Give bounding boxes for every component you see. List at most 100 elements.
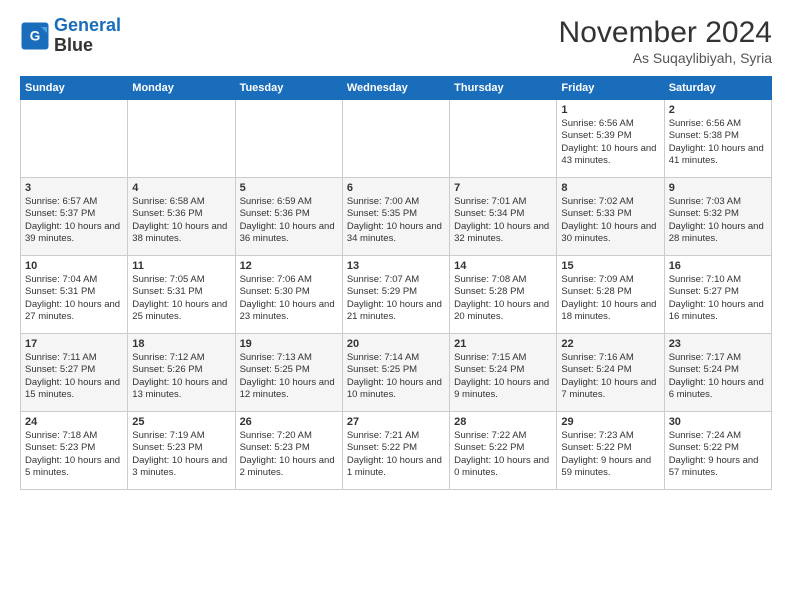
day-info-line: Sunset: 5:24 PM: [669, 364, 767, 376]
day-info-line: Sunrise: 7:17 AM: [669, 352, 767, 364]
day-info-line: Sunrise: 7:04 AM: [25, 274, 123, 286]
day-info-line: Sunset: 5:22 PM: [561, 442, 659, 454]
day-info-line: Sunset: 5:28 PM: [561, 286, 659, 298]
day-cell: 14 Sunrise: 7:08 AMSunset: 5:28 PMDayligh…: [450, 256, 557, 334]
day-number: 6: [347, 182, 445, 194]
calendar-header: SundayMondayTuesdayWednesdayThursdayFrid…: [21, 77, 772, 100]
day-info-line: Sunrise: 6:58 AM: [132, 196, 230, 208]
day-cell: 3Sunrise: 6:57 AMSunset: 5:37 PMDaylight…: [21, 178, 128, 256]
day-info-line: Daylight: 9 hours and 57 minutes.: [669, 455, 767, 480]
title-section: November 2024 As Suqaylibiyah, Syria: [559, 16, 772, 66]
day-cell: [450, 100, 557, 178]
day-number: 13: [347, 260, 445, 272]
day-number: 15: [561, 260, 659, 272]
day-info-line: Sunset: 5:23 PM: [132, 442, 230, 454]
week-row-1: 1Sunrise: 6:56 AMSunset: 5:39 PMDaylight…: [21, 100, 772, 178]
day-info-line: Daylight: 10 hours and 28 minutes.: [669, 221, 767, 246]
day-number: 25: [132, 416, 230, 428]
day-info-line: Daylight: 10 hours and 12 minutes.: [240, 377, 338, 402]
day-info-line: Daylight: 10 hours and 15 minutes.: [25, 377, 123, 402]
day-info-line: Sunset: 5:26 PM: [132, 364, 230, 376]
day-info-line: Sunset: 5:36 PM: [240, 208, 338, 220]
day-info-line: Sunrise: 7:08 AM: [454, 274, 552, 286]
header-cell-friday: Friday: [557, 77, 664, 100]
day-info-line: Sunrise: 7:21 AM: [347, 430, 445, 442]
day-number: 17: [25, 338, 123, 350]
day-info-line: Sunrise: 7:13 AM: [240, 352, 338, 364]
day-info-line: Sunset: 5:35 PM: [347, 208, 445, 220]
day-cell: 11Sunrise: 7:05 AMSunset: 5:31 PMDayligh…: [128, 256, 235, 334]
day-cell: 16Sunrise: 7:10 AMSunset: 5:27 PMDayligh…: [664, 256, 771, 334]
day-number: 16: [669, 260, 767, 272]
day-info-line: Sunrise: 6:59 AM: [240, 196, 338, 208]
day-info-line: Sunset: 5:25 PM: [240, 364, 338, 376]
day-cell: 7Sunrise: 7:01 AMSunset: 5:34 PMDaylight…: [450, 178, 557, 256]
day-number: 11: [132, 260, 230, 272]
day-info-line: Sunset: 5:39 PM: [561, 130, 659, 142]
day-info-line: Sunset: 5:31 PM: [132, 286, 230, 298]
day-info-line: Sunrise: 7:07 AM: [347, 274, 445, 286]
day-info-line: Sunrise: 7:18 AM: [25, 430, 123, 442]
day-info-line: Sunset: 5:29 PM: [347, 286, 445, 298]
day-info-line: Sunrise: 7:14 AM: [347, 352, 445, 364]
day-info-line: Daylight: 10 hours and 25 minutes.: [132, 299, 230, 324]
day-cell: 12Sunrise: 7:06 AMSunset: 5:30 PMDayligh…: [235, 256, 342, 334]
day-info-line: Sunrise: 6:57 AM: [25, 196, 123, 208]
day-cell: 6Sunrise: 7:00 AMSunset: 5:35 PMDaylight…: [342, 178, 449, 256]
week-row-4: 17Sunrise: 7:11 AMSunset: 5:27 PMDayligh…: [21, 334, 772, 412]
day-info-line: Sunset: 5:34 PM: [454, 208, 552, 220]
day-number: 30: [669, 416, 767, 428]
day-info-line: Sunrise: 7:22 AM: [454, 430, 552, 442]
day-info-line: Sunset: 5:31 PM: [25, 286, 123, 298]
month-title: November 2024: [559, 16, 772, 50]
day-info-line: Daylight: 9 hours and 59 minutes.: [561, 455, 659, 480]
header: G General Blue November 2024 As Suqaylib…: [20, 16, 772, 66]
location: As Suqaylibiyah, Syria: [559, 50, 772, 66]
day-info-line: Daylight: 10 hours and 27 minutes.: [25, 299, 123, 324]
day-info-line: Daylight: 10 hours and 6 minutes.: [669, 377, 767, 402]
day-number: 8: [561, 182, 659, 194]
day-cell: [128, 100, 235, 178]
day-info-line: Daylight: 10 hours and 21 minutes.: [347, 299, 445, 324]
day-cell: 21Sunrise: 7:15 AMSunset: 5:24 PMDayligh…: [450, 334, 557, 412]
week-row-2: 3Sunrise: 6:57 AMSunset: 5:37 PMDaylight…: [21, 178, 772, 256]
day-cell: 8Sunrise: 7:02 AMSunset: 5:33 PMDaylight…: [557, 178, 664, 256]
day-info-line: Sunset: 5:28 PM: [454, 286, 552, 298]
day-cell: 19Sunrise: 7:13 AMSunset: 5:25 PMDayligh…: [235, 334, 342, 412]
day-number: 14: [454, 260, 552, 272]
logo: G General Blue: [20, 16, 121, 56]
day-info-line: Daylight: 10 hours and 39 minutes.: [25, 221, 123, 246]
calendar-table: SundayMondayTuesdayWednesdayThursdayFrid…: [20, 76, 772, 490]
day-number: 9: [669, 182, 767, 194]
day-number: 22: [561, 338, 659, 350]
day-cell: 27Sunrise: 7:21 AMSunset: 5:22 PMDayligh…: [342, 412, 449, 490]
day-cell: 20Sunrise: 7:14 AMSunset: 5:25 PMDayligh…: [342, 334, 449, 412]
day-info-line: Daylight: 10 hours and 3 minutes.: [132, 455, 230, 480]
day-number: 29: [561, 416, 659, 428]
day-info-line: Daylight: 10 hours and 36 minutes.: [240, 221, 338, 246]
week-row-5: 24Sunrise: 7:18 AMSunset: 5:23 PMDayligh…: [21, 412, 772, 490]
day-info-line: Daylight: 10 hours and 41 minutes.: [669, 143, 767, 168]
day-cell: 30Sunrise: 7:24 AMSunset: 5:22 PMDayligh…: [664, 412, 771, 490]
day-info-line: Sunrise: 7:24 AM: [669, 430, 767, 442]
header-cell-tuesday: Tuesday: [235, 77, 342, 100]
day-info-line: Sunrise: 7:15 AM: [454, 352, 552, 364]
day-number: 27: [347, 416, 445, 428]
day-number: 28: [454, 416, 552, 428]
day-info-line: Daylight: 10 hours and 7 minutes.: [561, 377, 659, 402]
day-number: 2: [669, 104, 767, 116]
day-info-line: Daylight: 10 hours and 5 minutes.: [25, 455, 123, 480]
day-info-line: Daylight: 10 hours and 20 minutes.: [454, 299, 552, 324]
day-number: 18: [132, 338, 230, 350]
day-cell: 1Sunrise: 6:56 AMSunset: 5:39 PMDaylight…: [557, 100, 664, 178]
day-cell: 23 Sunrise: 7:17 AMSunset: 5:24 PMDayligh…: [664, 334, 771, 412]
logo-icon: G: [20, 21, 50, 51]
day-cell: [342, 100, 449, 178]
day-number: 23: [669, 338, 767, 350]
day-info-line: Sunrise: 7:03 AM: [669, 196, 767, 208]
day-info-line: Sunset: 5:32 PM: [669, 208, 767, 220]
day-info-line: Daylight: 10 hours and 32 minutes.: [454, 221, 552, 246]
day-info-line: Daylight: 10 hours and 13 minutes.: [132, 377, 230, 402]
day-info-line: Sunrise: 7:11 AM: [25, 352, 123, 364]
day-info-line: Sunset: 5:24 PM: [454, 364, 552, 376]
